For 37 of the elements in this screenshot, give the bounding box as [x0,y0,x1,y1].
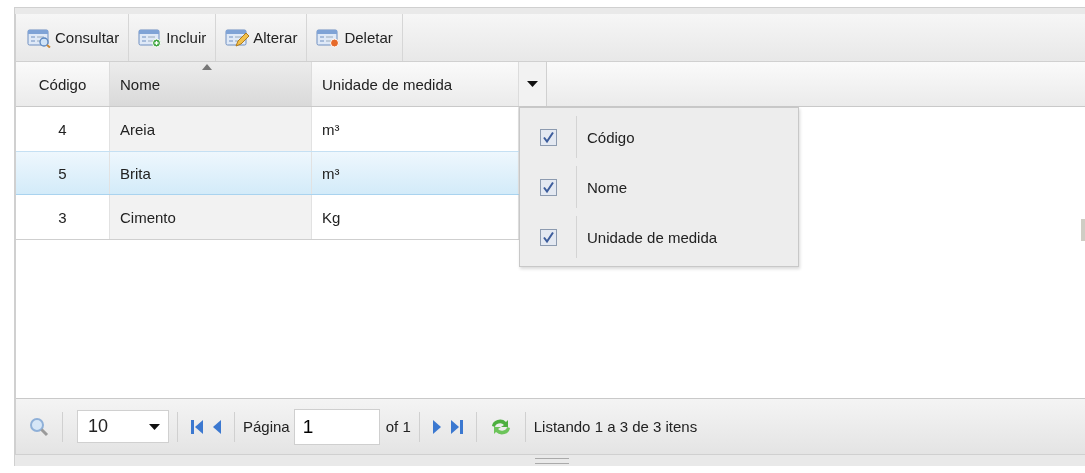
table-cell: Cimento [110,195,312,239]
first-page-icon [190,418,204,435]
page-count: of 1 [385,418,411,435]
checkbox[interactable] [539,228,557,246]
selected-row-highlight[interactable]: 5 Brita m³ [16,151,519,195]
query-button[interactable]: Consultar [21,19,126,56]
page-input[interactable]: 1 [293,408,380,445]
page-label: Página [243,418,290,435]
table-cell: Areia [110,107,312,151]
resize-grip[interactable] [535,458,569,464]
status-text: Listando 1 a 3 de 3 itens [533,418,698,435]
table-row[interactable]: 4 Areia m³ [16,107,519,151]
caret-down-icon [527,81,538,87]
form-plus-icon [138,27,163,48]
next-page-icon [431,418,442,435]
last-page-icon [449,418,464,435]
delete-button[interactable]: Deletar [310,19,399,56]
menu-item-label[interactable]: Unidade de medida [577,228,718,246]
add-button[interactable]: Incluir [132,19,213,56]
previous-page-icon [212,418,222,435]
page-size-dropdown[interactable]: 10 [77,410,169,443]
table-cell: Brita [110,152,312,194]
table-row[interactable]: 3 Cimento Kg [16,195,519,240]
column-header[interactable]: Nome [110,62,312,106]
menu-item-label[interactable]: Código [577,128,635,146]
sort-ascending-icon [202,64,212,70]
checkbox[interactable] [539,178,557,196]
form-pencil-icon [225,27,250,48]
checkbox[interactable] [539,128,557,146]
table-cell: 5 [16,152,110,194]
splitter-handle[interactable] [1081,219,1085,241]
search-icon [28,415,50,438]
menu-item-label[interactable]: Nome [577,178,627,196]
form-magnifier-icon [27,27,51,48]
column-menu-button[interactable] [519,62,547,106]
edit-button[interactable]: Alterar [219,19,304,56]
caret-down-icon [149,423,160,430]
